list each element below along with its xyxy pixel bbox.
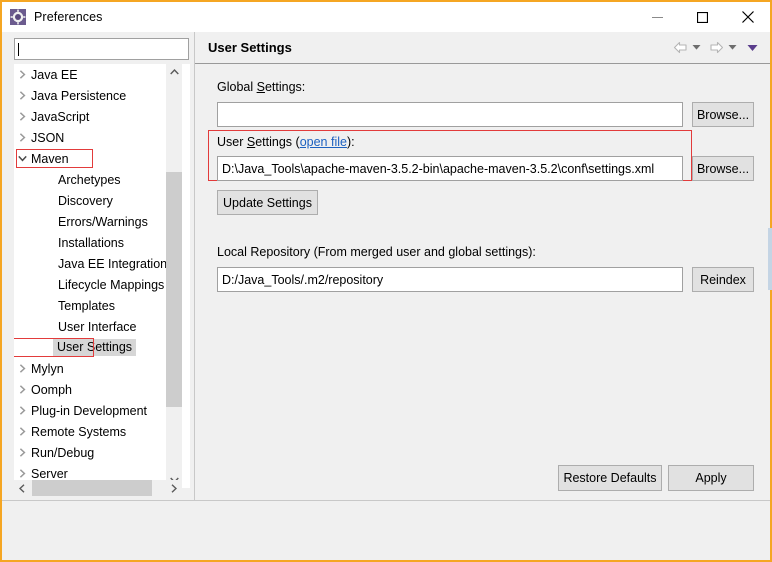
minimize-button[interactable] (635, 2, 680, 32)
tree-item-label: Mylyn (31, 361, 64, 376)
tree-item-java-ee[interactable]: Java EE (14, 64, 190, 85)
tree-item-label: JavaScript (31, 109, 90, 124)
tree-item-archetypes[interactable]: Archetypes (14, 169, 190, 190)
tree-item-oomph[interactable]: Oomph (14, 379, 190, 400)
tree-item-label: Java EE (31, 67, 78, 82)
background-strip (768, 228, 772, 290)
tree-item-json[interactable]: JSON (14, 127, 190, 148)
preferences-dialog: Preferences Java EE Java Persistence JavaS… (0, 0, 772, 562)
local-repository-value: D:/Java_Tools/.m2/repository (222, 272, 384, 287)
tree-scroll-thumb[interactable] (166, 172, 182, 407)
tree-item-java-persistence[interactable]: Java Persistence (14, 85, 190, 106)
tree-item-run-debug[interactable]: Run/Debug (14, 442, 190, 463)
tree-item-label: JSON (31, 130, 65, 145)
tree-item-label: Run/Debug (31, 445, 95, 460)
chevron-right-icon[interactable] (14, 406, 30, 415)
tree-item-mylyn[interactable]: Mylyn (14, 358, 190, 379)
chevron-right-icon[interactable] (14, 91, 30, 100)
chevron-right-icon[interactable] (14, 112, 30, 121)
window-title: Preferences (34, 10, 103, 24)
tree-item-lifecycle-mappings[interactable]: Lifecycle Mappings (14, 274, 190, 295)
view-menu-icon[interactable] (747, 44, 758, 52)
global-settings-browse-button[interactable]: Browse... (692, 102, 754, 127)
tree-item-discovery[interactable]: Discovery (14, 190, 190, 211)
tree-item-label: Java EE Integration (58, 256, 168, 271)
tree-item-label: User Interface (58, 319, 137, 334)
tree-item-label: User Settings (53, 339, 137, 356)
user-settings-input[interactable]: D:\Java_Tools\apache-maven-3.5.2-bin\apa… (217, 156, 683, 181)
scroll-up-icon[interactable] (166, 64, 182, 80)
close-button[interactable] (725, 2, 770, 32)
update-settings-button[interactable]: Update Settings (217, 190, 318, 215)
chevron-right-icon[interactable] (14, 427, 30, 436)
tree-item-label: Server (31, 466, 68, 481)
settings-panel: User Settings Global Settings: Browse...… (194, 32, 770, 500)
tree-item-label: Installations (58, 235, 125, 250)
local-repository-input[interactable]: D:/Java_Tools/.m2/repository (217, 267, 683, 292)
tree-item-label: Java Persistence (31, 88, 127, 103)
scroll-left-icon[interactable] (14, 480, 30, 496)
tree-item-errors-warnings[interactable]: Errors/Warnings (14, 211, 190, 232)
tree-hscroll-thumb[interactable] (32, 480, 152, 496)
title-bar: Preferences (2, 2, 770, 32)
tree-item-java-ee-integration[interactable]: Java EE Integration (14, 253, 190, 274)
tree-item-installations[interactable]: Installations (14, 232, 190, 253)
open-file-link[interactable]: open file (300, 135, 347, 149)
chevron-right-icon[interactable] (14, 448, 30, 457)
tree-item-label: Remote Systems (31, 424, 127, 439)
tree-item-label: Discovery (58, 193, 113, 208)
tree-item-label: Templates (58, 298, 115, 313)
chevron-right-icon[interactable] (14, 364, 30, 373)
user-settings-label: User Settings (open file): (217, 135, 355, 149)
global-settings-input[interactable] (217, 102, 683, 127)
forward-arrow-icon[interactable] (709, 41, 724, 54)
tree-item-user-interface[interactable]: User Interface (14, 316, 190, 337)
chevron-right-icon[interactable] (14, 385, 30, 394)
tree-item-label: Plug-in Development (31, 403, 148, 418)
page-title: User Settings (208, 40, 292, 55)
tree-item-label: Maven (31, 151, 69, 166)
tree-item-label: Lifecycle Mappings (58, 277, 165, 292)
tree-item-templates[interactable]: Templates (14, 295, 190, 316)
back-menu-chevron-down-icon[interactable] (692, 44, 701, 51)
maximize-button[interactable] (680, 2, 725, 32)
scroll-right-icon[interactable] (166, 480, 182, 496)
tree-item-label: Oomph (31, 382, 72, 397)
tree-item-plug-in-development[interactable]: Plug-in Development (14, 400, 190, 421)
preferences-tree[interactable]: Java EE Java Persistence JavaScript JSON Mav… (14, 64, 190, 488)
chevron-right-icon[interactable] (14, 469, 30, 478)
global-settings-label: Global Settings: (217, 80, 306, 94)
panel-nav-icons (673, 41, 758, 54)
window-controls (635, 2, 770, 32)
panel-header: User Settings (195, 32, 770, 64)
tree-item-maven[interactable]: Maven (14, 148, 190, 169)
chevron-right-icon[interactable] (14, 133, 30, 142)
text-caret (18, 42, 19, 56)
user-settings-value: D:\Java_Tools\apache-maven-3.5.2-bin\apa… (222, 161, 655, 176)
tree-item-remote-systems[interactable]: Remote Systems (14, 421, 190, 442)
tree-item-label: Archetypes (58, 172, 121, 187)
tree-item-javascript[interactable]: JavaScript (14, 106, 190, 127)
user-settings-browse-button[interactable]: Browse... (692, 156, 754, 181)
preferences-gear-icon (10, 9, 26, 25)
chevron-down-icon[interactable] (14, 155, 30, 162)
restore-defaults-button[interactable]: Restore Defaults (558, 465, 662, 491)
tree-item-user-settings[interactable]: User Settings (14, 337, 190, 358)
tree-vertical-scrollbar[interactable] (166, 64, 182, 488)
chevron-right-icon[interactable] (14, 70, 30, 79)
tree-horizontal-scrollbar[interactable] (14, 480, 182, 496)
reindex-button[interactable]: Reindex (692, 267, 754, 292)
back-arrow-icon[interactable] (673, 41, 688, 54)
local-repository-label: Local Repository (From merged user and g… (217, 245, 536, 259)
dialog-footer: ? Apply and Close Cancel (2, 500, 770, 560)
apply-button[interactable]: Apply (668, 465, 754, 491)
filter-search-input[interactable] (14, 38, 189, 60)
tree-item-label: Errors/Warnings (58, 214, 148, 229)
forward-menu-chevron-down-icon[interactable] (728, 44, 737, 51)
